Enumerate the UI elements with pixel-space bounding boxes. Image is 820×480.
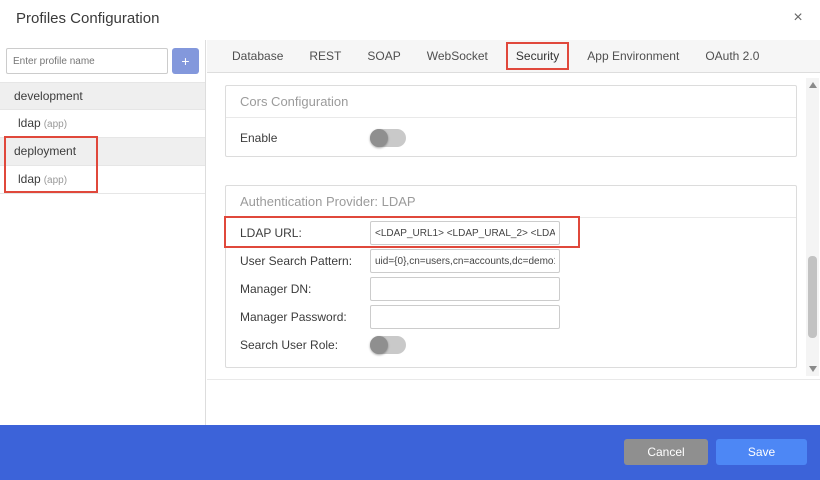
profile-item-label: deployment — [14, 144, 76, 158]
sidebar-item-development[interactable]: development — [0, 82, 205, 110]
sidebar-item-ldap-development[interactable]: ldap(app) — [0, 110, 205, 138]
tab-soap[interactable]: SOAP — [354, 49, 413, 63]
manager-dn-input[interactable] — [370, 277, 560, 301]
cors-enable-toggle[interactable] — [370, 129, 406, 147]
sidebar-item-deployment[interactable]: deployment — [0, 138, 205, 166]
ldap-url-input[interactable] — [370, 221, 560, 245]
cors-enable-row: Enable — [226, 125, 796, 151]
manager-password-label: Manager Password: — [240, 310, 370, 324]
dialog-header: Profiles Configuration × — [0, 0, 820, 40]
security-tab-content: Cors Configuration Enable Authentication… — [207, 73, 820, 380]
tab-oauth[interactable]: OAuth 2.0 — [692, 49, 772, 63]
profile-item-label: ldap — [18, 116, 41, 130]
profile-item-label: development — [14, 89, 83, 103]
manager-dn-row: Manager DN: — [226, 276, 796, 302]
profile-item-suffix: (app) — [44, 119, 67, 130]
cors-card-title: Cors Configuration — [226, 86, 796, 118]
sidebar-item-ldap-deployment[interactable]: ldap(app) — [0, 166, 205, 194]
close-icon[interactable]: × — [788, 8, 808, 28]
manager-password-input[interactable] — [370, 305, 560, 329]
toggle-knob-icon — [370, 129, 388, 147]
toggle-knob-icon — [370, 336, 388, 354]
tab-websocket[interactable]: WebSocket — [414, 49, 501, 63]
tab-rest[interactable]: REST — [296, 49, 354, 63]
tab-app-environment[interactable]: App Environment — [574, 49, 692, 63]
tab-database[interactable]: Database — [219, 49, 296, 63]
profile-item-label: ldap — [18, 172, 41, 186]
save-button[interactable]: Save — [716, 439, 807, 465]
ldap-url-label: LDAP URL: — [240, 226, 370, 240]
auth-card-title: Authentication Provider: LDAP — [226, 186, 796, 218]
tab-security[interactable]: Security — [506, 42, 569, 70]
search-user-role-row: Search User Role: — [226, 332, 796, 358]
scrollbar-thumb[interactable] — [808, 256, 817, 338]
scroll-up-icon[interactable] — [809, 82, 817, 88]
scroll-down-icon[interactable] — [809, 366, 817, 372]
user-search-pattern-input[interactable] — [370, 249, 560, 273]
auth-provider-ldap-card: Authentication Provider: LDAP LDAP URL: … — [225, 185, 797, 368]
profile-list: development ldap(app) deployment ldap(ap… — [0, 82, 205, 194]
profiles-sidebar: + development ldap(app) deployment ldap(… — [0, 40, 206, 425]
manager-dn-label: Manager DN: — [240, 282, 370, 296]
add-profile-button[interactable]: + — [172, 48, 199, 74]
search-user-role-toggle[interactable] — [370, 336, 406, 354]
manager-password-row: Manager Password: — [226, 304, 796, 330]
user-search-pattern-row: User Search Pattern: — [226, 248, 796, 274]
ldap-url-row: LDAP URL: — [226, 220, 796, 246]
vertical-scrollbar[interactable] — [806, 78, 819, 376]
cancel-button[interactable]: Cancel — [624, 439, 708, 465]
cors-configuration-card: Cors Configuration Enable — [225, 85, 797, 157]
cors-enable-label: Enable — [240, 131, 370, 145]
dialog-footer: Cancel Save — [0, 425, 820, 480]
user-search-pattern-label: User Search Pattern: — [240, 254, 370, 268]
profile-name-input[interactable] — [6, 48, 168, 74]
search-user-role-label: Search User Role: — [240, 338, 370, 352]
page-title: Profiles Configuration — [16, 10, 159, 27]
profile-item-suffix: (app) — [44, 175, 67, 186]
settings-tabbar: Database REST SOAP WebSocket Security Ap… — [207, 40, 820, 73]
